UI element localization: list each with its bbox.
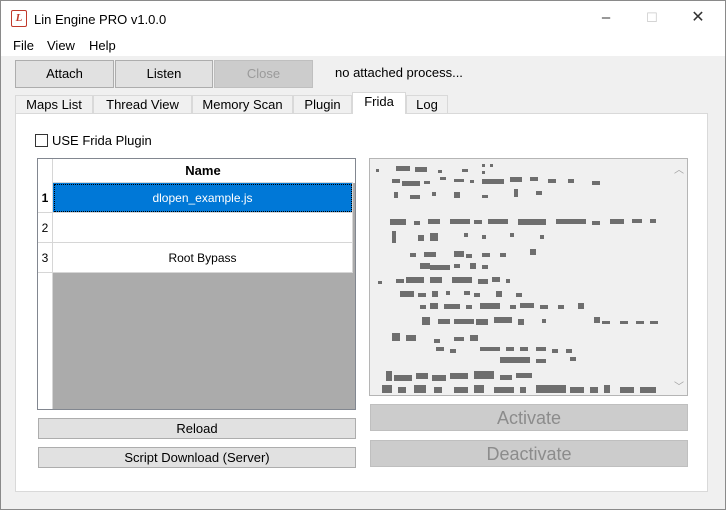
- table-row[interactable]: 2: [38, 213, 355, 243]
- grid-corner: [38, 159, 53, 183]
- script-name-cell[interactable]: dlopen_example.js: [53, 183, 353, 213]
- scroll-down-icon[interactable]: ﹀: [674, 378, 684, 393]
- script-grid[interactable]: Name 1 dlopen_example.js 2 3 Root Bypass: [37, 158, 356, 410]
- use-frida-plugin-checkbox[interactable]: [35, 134, 48, 147]
- tab-log[interactable]: Log: [406, 95, 448, 113]
- menu-view[interactable]: View: [47, 38, 75, 53]
- script-download-button[interactable]: Script Download (Server): [38, 447, 356, 468]
- window-title: Lin Engine PRO v1.0.0: [34, 12, 167, 27]
- row-header-fill: [38, 273, 53, 409]
- row-number: 2: [38, 213, 53, 243]
- attach-status-text: no attached process...: [335, 65, 463, 80]
- grid-header: Name: [38, 159, 355, 183]
- name-column-header[interactable]: Name: [53, 159, 353, 183]
- close-window-button[interactable]: ✕: [675, 1, 721, 34]
- reload-button[interactable]: Reload: [38, 418, 356, 439]
- table-row[interactable]: 3 Root Bypass: [38, 243, 355, 273]
- use-frida-plugin-label: USE Frida Plugin: [52, 133, 152, 148]
- title-bar: L Lin Engine PRO v1.0.0 – ☐ ✕: [1, 1, 725, 34]
- tab-thread-view[interactable]: Thread View: [93, 95, 192, 113]
- scroll-up-icon[interactable]: ︿: [674, 161, 684, 176]
- app-logo-icon: L: [11, 10, 27, 27]
- script-name-cell[interactable]: [53, 213, 353, 243]
- tab-maps-list[interactable]: Maps List: [15, 95, 93, 113]
- close-button[interactable]: Close: [214, 60, 313, 88]
- menu-bar: File View Help: [1, 34, 725, 56]
- activate-button[interactable]: Activate: [370, 404, 688, 431]
- minimize-button[interactable]: –: [583, 1, 629, 34]
- menu-file[interactable]: File: [13, 38, 34, 53]
- menu-help[interactable]: Help: [89, 38, 116, 53]
- script-name-cell[interactable]: Root Bypass: [53, 243, 353, 273]
- maximize-button[interactable]: ☐: [629, 1, 675, 34]
- deactivate-button[interactable]: Deactivate: [370, 440, 688, 467]
- listen-button[interactable]: Listen: [115, 60, 213, 88]
- tab-frida[interactable]: Frida: [352, 92, 406, 114]
- tab-memory-scan[interactable]: Memory Scan: [192, 95, 293, 113]
- table-row[interactable]: 1 dlopen_example.js: [38, 183, 355, 213]
- row-number: 1: [38, 183, 53, 213]
- attach-button[interactable]: Attach: [15, 60, 114, 88]
- row-number: 3: [38, 243, 53, 273]
- obscured-code-pixels: [376, 164, 658, 393]
- script-code-view[interactable]: ︿ ﹀: [369, 158, 688, 396]
- tab-plugin[interactable]: Plugin: [293, 95, 352, 113]
